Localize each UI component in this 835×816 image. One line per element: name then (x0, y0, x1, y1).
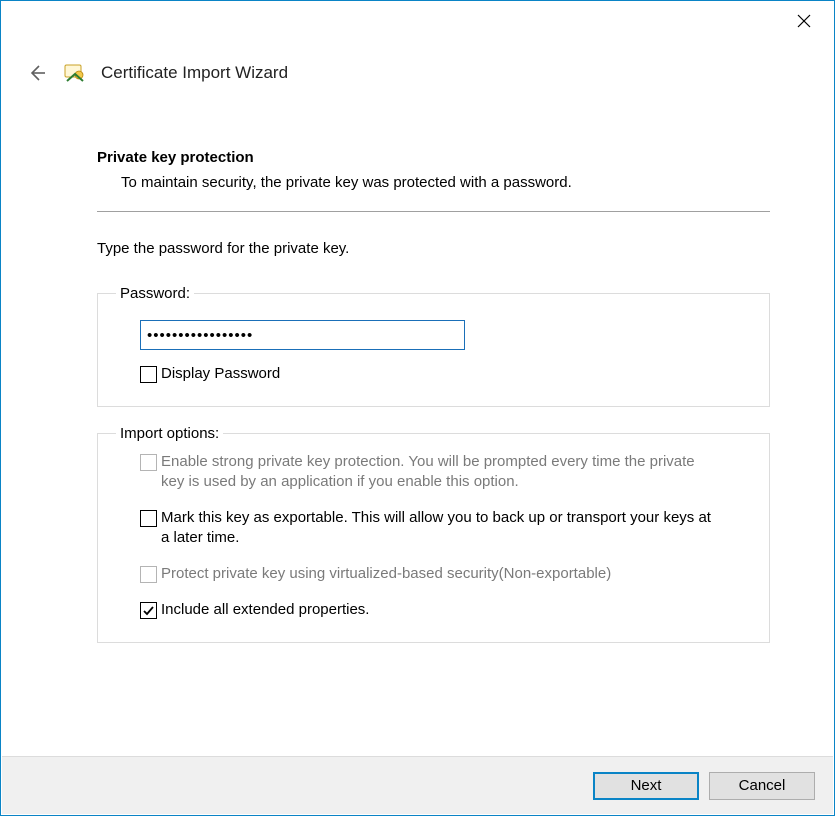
option-strong-protection-row: Enable strong private key protection. Yo… (140, 452, 751, 492)
option-exportable-label: Mark this key as exportable. This will a… (161, 508, 721, 548)
certificate-icon (63, 61, 87, 85)
section-description: To maintain security, the private key wa… (97, 174, 770, 191)
display-password-label: Display Password (161, 364, 280, 384)
option-strong-protection-checkbox (140, 454, 157, 471)
password-input[interactable] (140, 320, 465, 350)
close-button[interactable] (790, 7, 818, 35)
wizard-footer: Next Cancel (2, 756, 833, 814)
divider (97, 211, 770, 212)
option-extended-props-row: Include all extended properties. (140, 600, 751, 620)
wizard-content: Private key protection To maintain secur… (1, 101, 834, 643)
section-title: Private key protection (97, 149, 770, 166)
option-vbs-row: Protect private key using virtualized-ba… (140, 564, 751, 584)
wizard-title: Certificate Import Wizard (101, 63, 288, 83)
next-button[interactable]: Next (593, 772, 699, 800)
option-exportable-checkbox[interactable] (140, 510, 157, 527)
wizard-header: Certificate Import Wizard (1, 1, 834, 101)
close-icon (797, 14, 811, 28)
display-password-row: Display Password (140, 364, 751, 384)
option-strong-protection-label: Enable strong private key protection. Yo… (161, 452, 721, 492)
password-group: Password: Display Password (97, 285, 770, 407)
import-options-group: Import options: Enable strong private ke… (97, 425, 770, 643)
password-legend: Password: (116, 285, 194, 302)
display-password-checkbox[interactable] (140, 366, 157, 383)
password-prompt: Type the password for the private key. (97, 240, 770, 257)
option-vbs-label: Protect private key using virtualized-ba… (161, 564, 611, 584)
back-arrow-icon (27, 63, 47, 83)
option-exportable-row: Mark this key as exportable. This will a… (140, 508, 751, 548)
wizard-window: Certificate Import Wizard Private key pr… (0, 0, 835, 816)
option-extended-props-label: Include all extended properties. (161, 600, 369, 620)
back-button[interactable] (25, 61, 49, 85)
option-extended-props-checkbox[interactable] (140, 602, 157, 619)
option-vbs-checkbox (140, 566, 157, 583)
import-options-legend: Import options: (116, 425, 223, 442)
cancel-button[interactable]: Cancel (709, 772, 815, 800)
